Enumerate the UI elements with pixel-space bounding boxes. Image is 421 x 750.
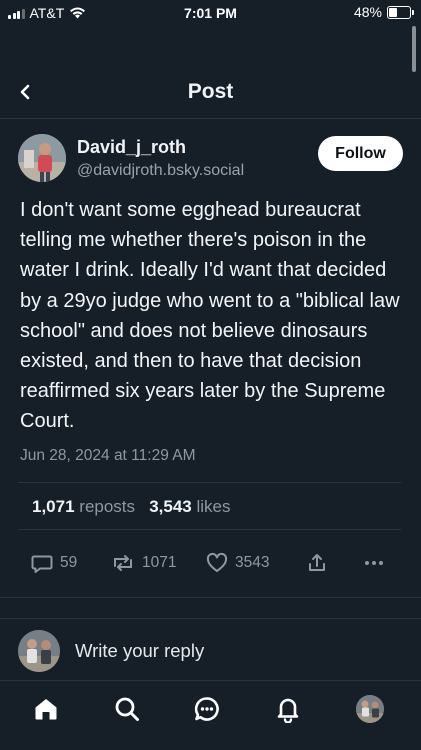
- share-button[interactable]: [305, 551, 329, 575]
- profile-avatar: [356, 695, 384, 723]
- chat-icon: [194, 697, 219, 721]
- page-title: Post: [187, 80, 234, 103]
- status-right: 48%: [353, 4, 414, 20]
- status-bar: AT&T 7:01 PM 48%: [0, 0, 421, 26]
- reposts-count: 1,071: [32, 497, 75, 516]
- tab-search[interactable]: [112, 694, 142, 724]
- author-handle[interactable]: @davidjroth.bsky.social: [77, 162, 244, 180]
- more-options-button[interactable]: [362, 551, 386, 575]
- heart-icon: [206, 552, 228, 572]
- ellipsis-icon: [365, 561, 383, 565]
- reposts-stat[interactable]: 1,071 reposts: [32, 497, 135, 516]
- repost-icon: [114, 555, 132, 571]
- share-icon: [309, 554, 325, 571]
- reply-button[interactable]: 59: [30, 551, 77, 575]
- divider: [18, 482, 401, 483]
- likes-count: 3,543: [149, 497, 192, 516]
- reposts-label: reposts: [79, 497, 136, 516]
- divider: [0, 597, 421, 598]
- bottom-tab-bar: [0, 681, 421, 750]
- repost-count: 1071: [142, 554, 177, 571]
- post-timestamp: Jun 28, 2024 at 11:29 AM: [20, 447, 196, 464]
- author-avatar[interactable]: [18, 134, 66, 182]
- tab-chat[interactable]: [192, 694, 222, 724]
- reply-count: 59: [60, 554, 78, 571]
- repost-button[interactable]: 1071: [110, 551, 176, 575]
- search-icon: [115, 697, 139, 721]
- likes-stat[interactable]: 3,543 likes: [149, 497, 230, 516]
- tab-profile[interactable]: [355, 694, 385, 724]
- battery-icon: [387, 5, 414, 19]
- like-button[interactable]: 3543: [205, 551, 269, 575]
- header-divider: [0, 118, 421, 119]
- divider: [18, 529, 401, 530]
- post-actions: 59 1071 3543: [30, 551, 390, 577]
- bell-icon: [277, 698, 299, 723]
- likes-label: likes: [196, 497, 231, 516]
- follow-button[interactable]: Follow: [318, 136, 403, 171]
- home-icon: [35, 699, 57, 720]
- engagement-counts: 1,071 reposts 3,543 likes: [32, 497, 231, 517]
- post-text: I don't want some egghead bureaucrat tel…: [20, 199, 400, 433]
- tab-notifications[interactable]: [273, 694, 303, 724]
- battery-percent: 48%: [353, 4, 382, 20]
- reply-composer[interactable]: [0, 618, 421, 681]
- like-count: 3543: [235, 554, 270, 571]
- tab-home[interactable]: [31, 694, 61, 724]
- author-name[interactable]: David_j_roth: [77, 137, 186, 158]
- scroll-indicator[interactable]: [412, 26, 416, 72]
- comment-icon: [31, 555, 53, 573]
- reply-input[interactable]: Write your reply: [75, 640, 204, 662]
- user-avatar: [18, 630, 60, 672]
